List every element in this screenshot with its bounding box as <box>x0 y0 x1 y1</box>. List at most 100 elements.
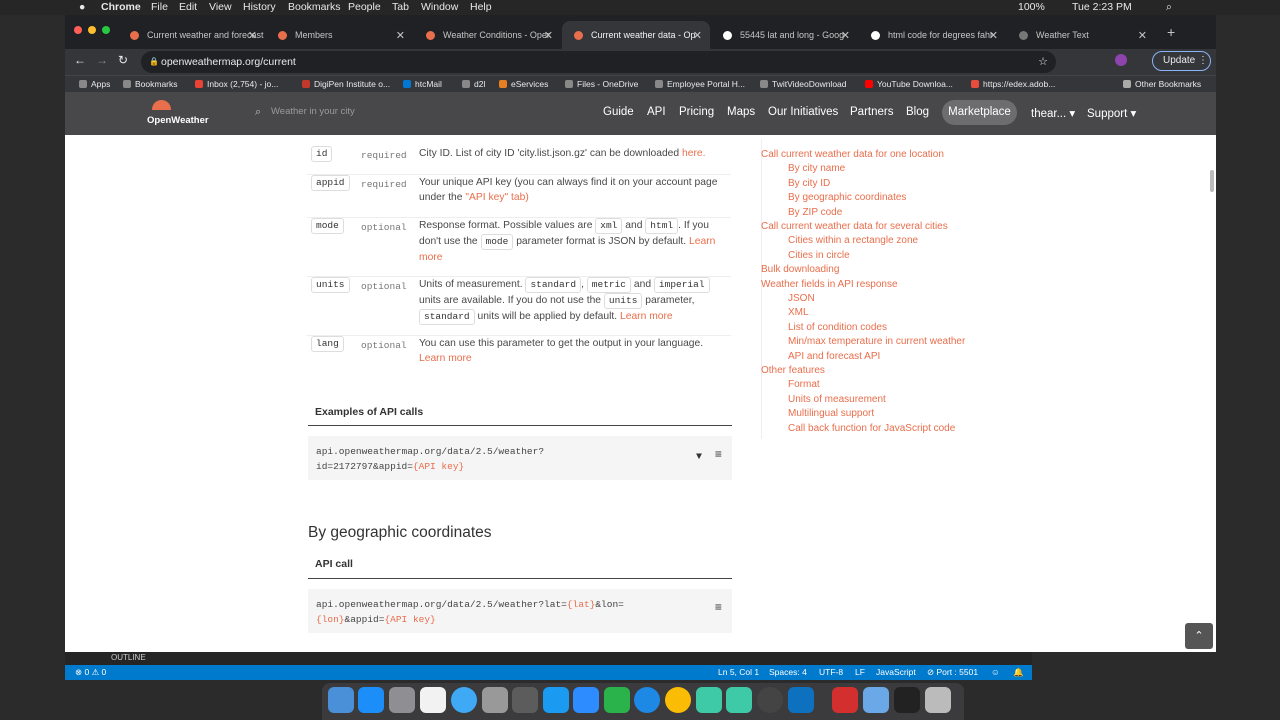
bookmark-twitvideo[interactable]: TwitVideoDownload <box>760 79 847 89</box>
toc-link[interactable]: Other features <box>761 365 825 376</box>
bookmark-onedrive[interactable]: Files - OneDrive <box>565 79 638 89</box>
cursor-position[interactable]: Ln 5, Col 1 <box>718 667 759 677</box>
spotlight-icon[interactable]: ⌕ <box>1166 1 1172 14</box>
trash-icon[interactable] <box>925 687 951 713</box>
tab-5[interactable]: html code for degrees fahr ✕ <box>859 21 1006 49</box>
messages-icon[interactable] <box>451 687 477 713</box>
search-input[interactable]: Weather in your city <box>271 106 355 117</box>
toc-link[interactable]: By city ID <box>788 178 830 189</box>
avatar[interactable] <box>1115 54 1127 66</box>
bell-icon[interactable]: 🔔 <box>1013 667 1024 678</box>
nav-guide[interactable]: Guide <box>603 106 634 118</box>
example-code-2[interactable]: api.openweathermap.org/data/2.5/weather?… <box>308 589 732 633</box>
new-tab-icon[interactable]: + <box>1167 24 1175 40</box>
bookmark-employee-portal[interactable]: Employee Portal H... <box>655 79 745 89</box>
toc-link[interactable]: Call back function for JavaScript code <box>788 423 955 434</box>
toc-link[interactable]: Units of measurement <box>788 394 886 405</box>
menu-tab[interactable]: Tab <box>392 1 409 13</box>
clock[interactable]: Tue 2:23 PM <box>1072 1 1132 13</box>
feedback-icon[interactable]: ☺ <box>991 667 1000 677</box>
menu-history[interactable]: History <box>243 1 276 13</box>
download-link[interactable]: here. <box>682 148 705 159</box>
toc-link[interactable]: Multilingual support <box>788 408 874 419</box>
close-icon[interactable]: ✕ <box>989 29 998 42</box>
battery-status[interactable]: 100% <box>1018 1 1045 13</box>
nav-pricing[interactable]: Pricing <box>679 106 714 118</box>
nav-blog[interactable]: Blog <box>906 106 929 118</box>
close-icon[interactable]: ✕ <box>841 29 850 42</box>
bookmark-htcmail[interactable]: htcMail <box>403 79 442 89</box>
scrollbar-thumb[interactable] <box>1210 170 1214 192</box>
learn-more-link[interactable]: Learn more <box>419 353 472 364</box>
terminal-icon[interactable] <box>894 687 920 713</box>
chrome-icon[interactable] <box>665 687 691 713</box>
keynote-icon[interactable] <box>543 687 569 713</box>
bookmark-youtube[interactable]: YouTube Downloa... <box>865 79 953 89</box>
nav-maps[interactable]: Maps <box>727 106 755 118</box>
live-server-port[interactable]: ⊘ Port : 5501 <box>927 667 978 678</box>
toc-link[interactable]: Call current weather data for several ci… <box>761 221 948 232</box>
nav-support[interactable]: Support ▾ <box>1087 106 1136 120</box>
bookmark-d2l[interactable]: d2l <box>462 79 485 89</box>
toc-link[interactable]: Min/max temperature in current weather <box>788 336 965 347</box>
finder-icon[interactable] <box>328 687 354 713</box>
folder-icon[interactable] <box>863 687 889 713</box>
calendar-icon[interactable] <box>420 687 446 713</box>
tab-4[interactable]: 55445 lat and long - Goog ✕ <box>711 21 858 49</box>
tab-1[interactable]: Members ✕ <box>266 21 413 49</box>
bookmark-edex[interactable]: https://edex.adob... <box>971 79 1055 89</box>
learn-more-link[interactable]: Learn more <box>620 311 673 322</box>
bookmark-star-icon[interactable]: ☆ <box>1038 51 1048 73</box>
app-store-icon[interactable] <box>358 687 384 713</box>
toc-link[interactable]: Call current weather data for one locati… <box>761 149 944 160</box>
toc-link[interactable]: API and forecast API <box>788 351 880 362</box>
menu-help[interactable]: Help <box>470 1 492 13</box>
safari-icon[interactable] <box>634 687 660 713</box>
minimize-window-icon[interactable] <box>88 26 96 34</box>
nav-account[interactable]: thear... ▾ <box>1031 106 1075 120</box>
tab-3[interactable]: Current weather data - Op ✕ <box>562 21 710 49</box>
close-icon[interactable]: ✕ <box>1138 29 1147 42</box>
menu-file[interactable]: File <box>151 1 168 13</box>
zoom-icon[interactable] <box>573 687 599 713</box>
logo-icon[interactable] <box>152 100 171 110</box>
bookmark-other[interactable]: Other Bookmarks <box>1123 79 1201 89</box>
close-icon[interactable]: ✕ <box>396 29 405 42</box>
preview-icon[interactable] <box>482 687 508 713</box>
forward-icon[interactable]: → <box>96 53 108 67</box>
h-app-icon[interactable] <box>696 687 722 713</box>
update-button[interactable]: Update ⋮ <box>1152 51 1211 71</box>
toc-link[interactable]: By ZIP code <box>788 207 842 218</box>
line-ending[interactable]: LF <box>855 667 865 677</box>
apple-icon[interactable]: ● <box>79 1 85 13</box>
p3-icon[interactable] <box>757 687 783 713</box>
app-menu[interactable]: Chrome <box>101 1 141 13</box>
reload-icon[interactable]: ↻ <box>118 53 128 67</box>
toc-link[interactable]: Format <box>788 379 820 390</box>
toc-link[interactable]: XML <box>788 307 809 318</box>
toc-link[interactable]: Weather fields in API response <box>761 279 898 290</box>
problems-count[interactable]: ⊗ 0 ⚠ 0 <box>75 667 106 678</box>
toc-link[interactable]: Cities in circle <box>788 250 850 261</box>
toc-link[interactable]: By city name <box>788 163 845 174</box>
toc-link[interactable]: By geographic coordinates <box>788 192 906 203</box>
menu-people[interactable]: People <box>348 1 381 13</box>
toc-link[interactable]: Cities within a rectangle zone <box>788 235 918 246</box>
toc-link[interactable]: Bulk downloading <box>761 264 839 275</box>
zoom-window-icon[interactable] <box>102 26 110 34</box>
nav-api[interactable]: API <box>647 106 666 118</box>
encoding[interactable]: UTF-8 <box>819 667 843 677</box>
address-bar[interactable]: 🔒 openweathermap.org/current ☆ <box>141 51 1056 73</box>
bookmark-bookmarks[interactable]: Bookmarks <box>123 79 178 89</box>
example-code-1[interactable]: api.openweathermap.org/data/2.5/weather?… <box>308 436 732 480</box>
nav-partners[interactable]: Partners <box>850 106 893 118</box>
api-key-link[interactable]: "API key" tab) <box>465 192 528 203</box>
copy-menu-icon[interactable]: ≡ <box>715 448 722 463</box>
bookmark-eservices[interactable]: eServices <box>499 79 548 89</box>
outline-label[interactable]: OUTLINE <box>111 653 146 662</box>
bbedit-icon[interactable] <box>512 687 538 713</box>
toc-link[interactable]: List of condition codes <box>788 322 887 333</box>
menu-view[interactable]: View <box>209 1 232 13</box>
tab-2[interactable]: Weather Conditions - Oper ✕ <box>414 21 561 49</box>
close-icon[interactable]: ✕ <box>693 29 702 42</box>
